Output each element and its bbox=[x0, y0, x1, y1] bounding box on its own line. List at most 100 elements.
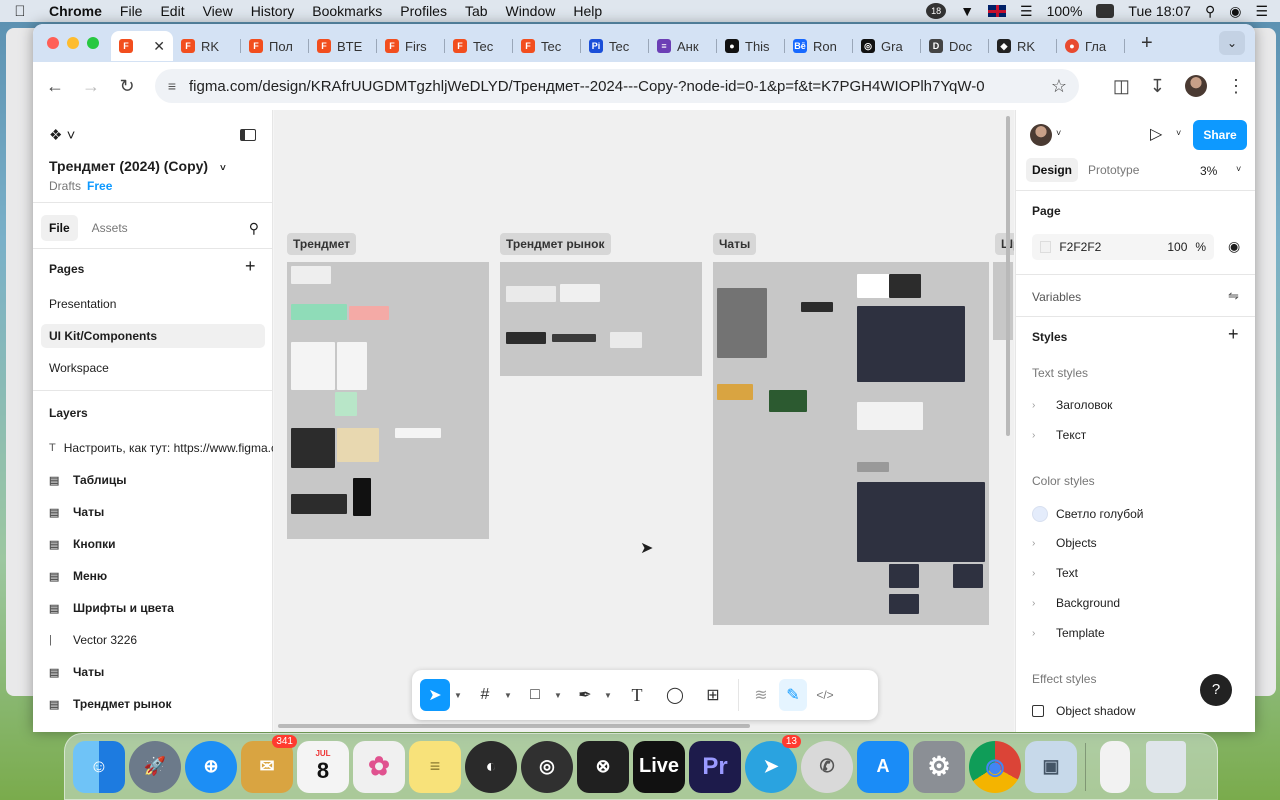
draw-mode-icon[interactable]: ≋ bbox=[747, 679, 775, 711]
premiere-icon[interactable]: Pr bbox=[689, 740, 741, 793]
tab[interactable]: ◆ RK bbox=[989, 31, 1057, 61]
minimize-window-button[interactable] bbox=[67, 37, 79, 49]
frame-label[interactable]: Трендмет рынок bbox=[500, 233, 611, 255]
chevron-down-icon[interactable]: ▼ bbox=[454, 691, 466, 700]
tab-figma-active[interactable]: F ✕ bbox=[111, 31, 173, 61]
share-button[interactable]: Share bbox=[1193, 120, 1247, 150]
help-button[interactable]: ? bbox=[1200, 674, 1232, 706]
eye-icon[interactable]: ◉ bbox=[1228, 238, 1240, 255]
layer-item[interactable]: ▤ Трендмет рынок bbox=[49, 692, 273, 716]
chevron-down-icon[interactable]: ˅ bbox=[220, 163, 226, 174]
tab-assets[interactable]: Assets bbox=[84, 215, 136, 241]
notes-icon[interactable]: ≡ bbox=[409, 740, 461, 793]
reload-icon[interactable]: ↻ bbox=[109, 76, 145, 97]
preview-icon[interactable]: ▣ bbox=[1025, 740, 1077, 793]
launchpad-icon[interactable]: 🚀 bbox=[129, 740, 181, 793]
chevron-right-icon[interactable]: › bbox=[1032, 400, 1056, 411]
menu-history[interactable]: History bbox=[242, 3, 304, 19]
chevron-down-icon[interactable]: ▼ bbox=[504, 691, 516, 700]
style-item[interactable]: › Текст bbox=[1032, 428, 1086, 442]
chevron-down-icon[interactable]: ˅ bbox=[1236, 164, 1241, 174]
horizontal-scrollbar[interactable] bbox=[278, 724, 750, 728]
spotlight-icon[interactable]: ⚲ bbox=[1205, 3, 1215, 20]
text-tool-icon[interactable]: T bbox=[620, 679, 654, 711]
chevron-right-icon[interactable]: › bbox=[1032, 598, 1056, 609]
search-icon[interactable]: ⚲ bbox=[249, 220, 259, 237]
telegram-icon[interactable]: ➤ 13 bbox=[745, 734, 801, 793]
frame-trendmet-market[interactable] bbox=[500, 262, 702, 376]
menu-tab[interactable]: Tab bbox=[456, 3, 497, 19]
style-item[interactable]: › Template bbox=[1032, 626, 1105, 640]
canvas[interactable]: Трендмет Трендмет рынок Чаты ➤ ➤ ▼ # ▼ □… bbox=[274, 110, 1014, 732]
frame-label[interactable]: Шр bbox=[995, 233, 1014, 255]
apple-icon[interactable]:  bbox=[0, 3, 40, 20]
chevron-down-icon[interactable]: ▼ bbox=[604, 691, 616, 700]
notification-icon[interactable]: 18 bbox=[926, 3, 947, 19]
tab-design[interactable]: Design bbox=[1026, 158, 1079, 182]
plan-badge[interactable]: Free bbox=[87, 179, 112, 193]
rectangle-tool-icon[interactable]: □ bbox=[520, 679, 550, 711]
document-icon[interactable] bbox=[1100, 740, 1130, 793]
menu-view[interactable]: View bbox=[194, 3, 242, 19]
drafts-link[interactable]: Drafts bbox=[49, 179, 81, 193]
mail-icon[interactable]: ✉ 341 bbox=[241, 734, 297, 793]
page-item-presentation[interactable]: Presentation bbox=[41, 292, 265, 316]
layer-item[interactable]: ▤ Кнопки bbox=[49, 532, 273, 556]
sidebar-toggle-icon[interactable] bbox=[240, 129, 256, 141]
extensions-icon[interactable]: ◫ bbox=[1113, 76, 1130, 97]
menu-file[interactable]: File bbox=[111, 3, 152, 19]
menu-help[interactable]: Help bbox=[564, 3, 611, 19]
tab[interactable]: F RK bbox=[173, 31, 241, 61]
page-item-workspace[interactable]: Workspace bbox=[41, 356, 265, 380]
layer-item[interactable]: ▤ Меню bbox=[49, 564, 273, 588]
obs-icon[interactable]: ◎ bbox=[521, 740, 573, 793]
frame-chats[interactable] bbox=[713, 262, 989, 625]
bookmark-star-icon[interactable]: ☆ bbox=[1051, 76, 1067, 97]
tab[interactable]: F BTE bbox=[309, 31, 377, 61]
page-color-value[interactable]: F2F2F2 bbox=[1059, 240, 1167, 254]
zoom-window-button[interactable] bbox=[87, 37, 99, 49]
user-avatar[interactable] bbox=[1030, 124, 1052, 146]
url-text[interactable]: figma.com/design/KRAfrUUGDMTgzhljWeDLYD/… bbox=[189, 78, 985, 95]
close-tab-icon[interactable]: ✕ bbox=[153, 38, 165, 55]
style-item[interactable]: › Text bbox=[1032, 566, 1078, 580]
page-color-field[interactable]: F2F2F2 100 % bbox=[1032, 234, 1214, 260]
layer-item[interactable]: ▤ Чаты bbox=[49, 660, 273, 684]
menu-window[interactable]: Window bbox=[497, 3, 565, 19]
page-item-ui-kit[interactable]: UI Kit/Components bbox=[41, 324, 265, 348]
actions-tool-icon[interactable]: ⊞ bbox=[696, 679, 730, 711]
menu-profiles[interactable]: Profiles bbox=[391, 3, 456, 19]
frame-trendmet[interactable] bbox=[287, 262, 489, 539]
close-window-button[interactable] bbox=[47, 37, 59, 49]
app-store-icon[interactable]: A bbox=[857, 740, 909, 793]
chrome-icon[interactable]: ◉ bbox=[969, 740, 1021, 793]
style-item[interactable]: › Background bbox=[1032, 596, 1120, 610]
system-settings-icon[interactable]: ⚙ bbox=[913, 740, 965, 793]
frame-label[interactable]: Чаты bbox=[713, 233, 757, 255]
trash-icon[interactable] bbox=[1146, 740, 1186, 793]
clock[interactable]: Tue 18:07 bbox=[1128, 3, 1191, 19]
chevron-right-icon[interactable]: › bbox=[1032, 430, 1056, 441]
tab-prototype[interactable]: Prototype bbox=[1082, 158, 1145, 182]
add-page-icon[interactable]: + bbox=[245, 256, 256, 277]
frame-tool-icon[interactable]: # bbox=[470, 679, 500, 711]
wifi-icon[interactable]: ☰ bbox=[1020, 3, 1033, 20]
profile-avatar[interactable] bbox=[1185, 75, 1207, 97]
present-play-icon[interactable]: ▷ bbox=[1150, 124, 1162, 144]
style-item[interactable]: Светло голубой bbox=[1032, 506, 1143, 522]
file-title-text[interactable]: Трендмет (2024) (Copy) bbox=[49, 158, 208, 174]
variables-settings-icon[interactable]: ⇋ bbox=[1228, 288, 1239, 304]
finder-icon[interactable]: ☺ bbox=[73, 740, 125, 793]
tab-search-chevron-icon[interactable]: ⌄ bbox=[1219, 31, 1245, 55]
design-mode-icon[interactable]: ✎ bbox=[779, 679, 807, 711]
battery-icon[interactable] bbox=[1096, 4, 1115, 18]
battery-percent[interactable]: 100% bbox=[1047, 3, 1083, 19]
tab[interactable]: ◎ Gra bbox=[853, 31, 921, 61]
zoom-level[interactable]: 3% bbox=[1200, 164, 1217, 178]
variables-heading[interactable]: Variables bbox=[1032, 290, 1081, 304]
dev-mode-icon[interactable]: </> bbox=[811, 679, 839, 711]
control-center-icon[interactable]: ☰ bbox=[1255, 3, 1268, 20]
layer-item[interactable]: ▤ Чаты bbox=[49, 500, 273, 524]
tab-file[interactable]: File bbox=[41, 215, 78, 241]
photos-icon[interactable]: ✿ bbox=[353, 740, 405, 793]
